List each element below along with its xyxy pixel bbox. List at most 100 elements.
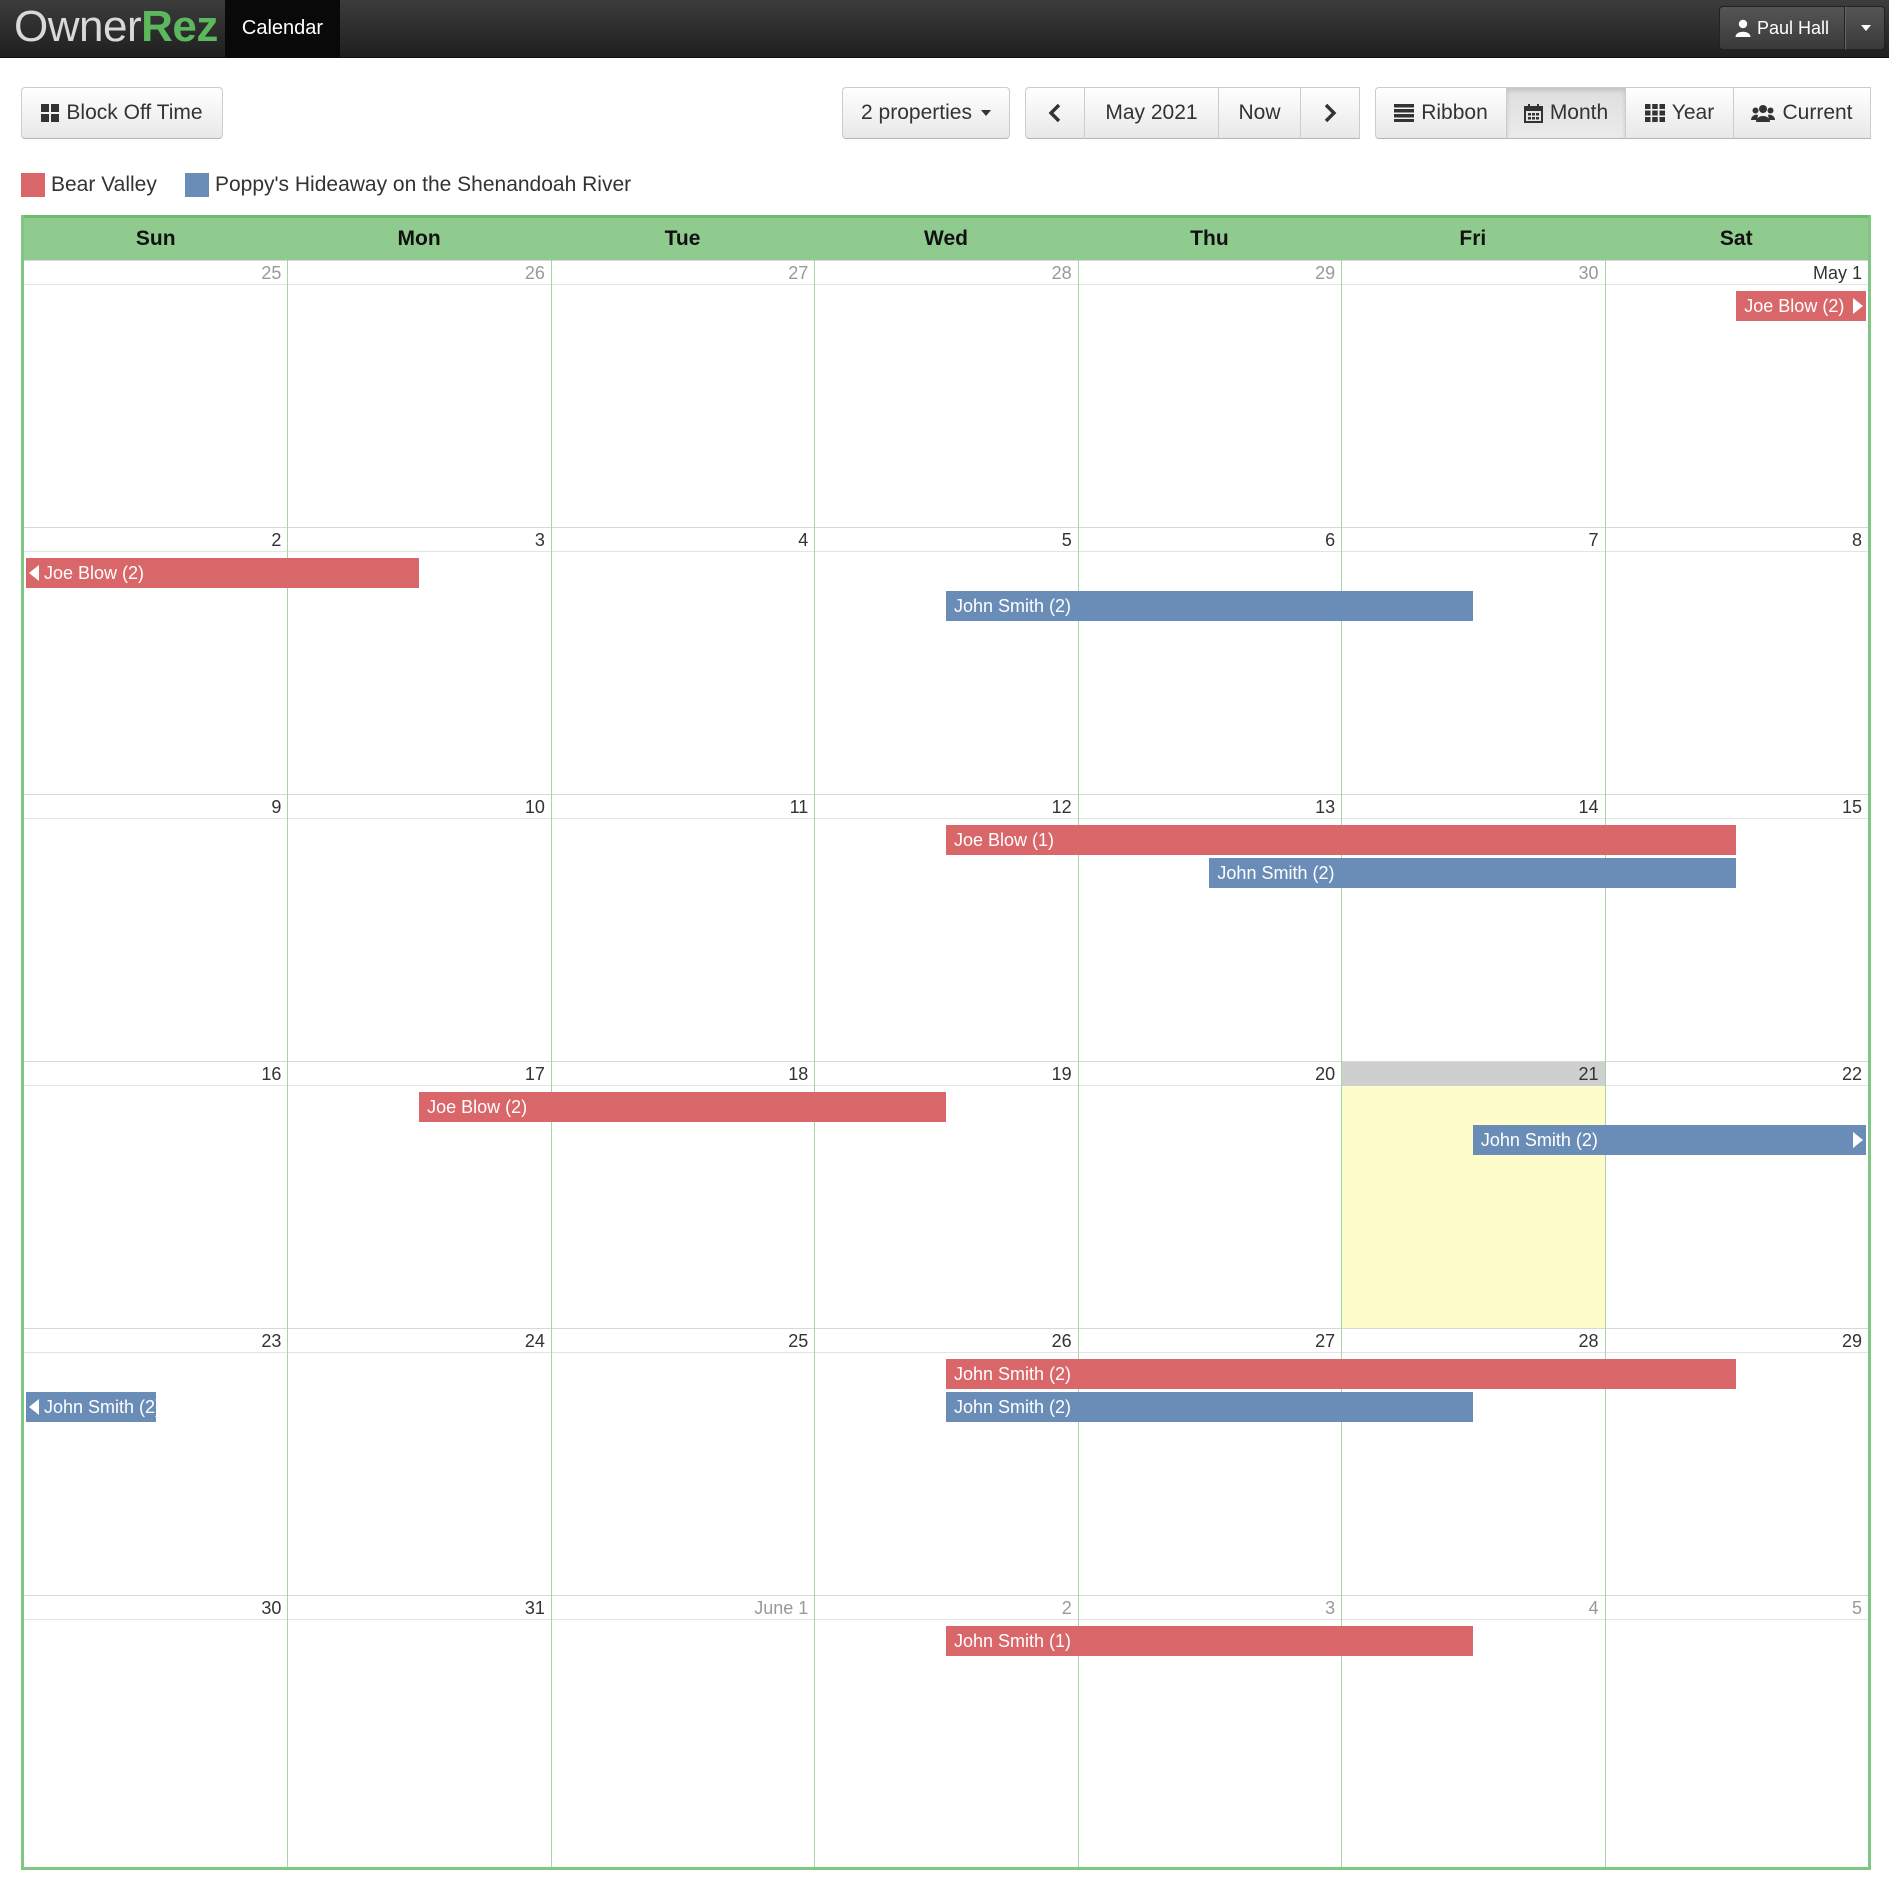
day-number[interactable]: 16 bbox=[24, 1062, 287, 1086]
previous-month-button[interactable] bbox=[1025, 87, 1085, 139]
reservation-joe-blow-2-bear-valley[interactable]: Joe Blow (2) bbox=[1736, 291, 1866, 321]
day-number[interactable]: 26 bbox=[814, 1329, 1077, 1353]
day-number[interactable]: 13 bbox=[1078, 795, 1341, 819]
day-number[interactable]: 21 bbox=[1341, 1062, 1605, 1086]
day-number[interactable]: 27 bbox=[551, 261, 814, 285]
day-number[interactable]: 5 bbox=[814, 528, 1077, 552]
day-number[interactable]: 2 bbox=[24, 528, 287, 552]
reservation-john-smith-2-poppy-s-hideaway-on-the-shenandoah-river[interactable]: John Smith (2) bbox=[1209, 858, 1737, 888]
day-number-strip: 25 26 27 28 29 30 May 1 bbox=[24, 260, 1868, 285]
ribbon-view-button[interactable]: Ribbon bbox=[1375, 87, 1507, 139]
day-number[interactable]: 28 bbox=[1341, 1329, 1604, 1353]
year-view-button[interactable]: Year bbox=[1626, 87, 1734, 139]
day-number-strip: 23 24 25 26 27 28 29 bbox=[24, 1328, 1868, 1353]
day-number[interactable]: 4 bbox=[551, 528, 814, 552]
reservation-joe-blow-2-bear-valley[interactable]: Joe Blow (2) bbox=[419, 1092, 946, 1122]
column-divider bbox=[1605, 260, 1606, 1867]
day-number[interactable]: June 1 bbox=[551, 1596, 814, 1620]
week-row: 25 26 27 28 29 30 May 1 bbox=[24, 260, 1868, 527]
top-navbar: OwnerRez Calendar Paul Hall bbox=[0, 0, 1889, 58]
block-off-time-button[interactable]: Block Off Time bbox=[21, 87, 223, 139]
day-number[interactable]: 20 bbox=[1078, 1062, 1341, 1086]
day-number[interactable]: 12 bbox=[814, 795, 1077, 819]
day-number[interactable]: 27 bbox=[1078, 1329, 1341, 1353]
current-view-button[interactable]: Current bbox=[1734, 87, 1871, 139]
reservation-john-smith-2-poppy-s-hideaway-on-the-shenandoah-river[interactable]: John Smith (2) bbox=[946, 591, 1473, 621]
day-number[interactable]: 10 bbox=[287, 795, 550, 819]
chevron-left-icon bbox=[1048, 103, 1062, 123]
day-number[interactable]: 7 bbox=[1341, 528, 1604, 552]
current-period-label: May 2021 bbox=[1085, 87, 1219, 139]
legend-swatch bbox=[21, 173, 45, 197]
day-number[interactable]: 3 bbox=[1078, 1596, 1341, 1620]
reservation-joe-blow-2-bear-valley[interactable]: Joe Blow (2) bbox=[26, 558, 420, 588]
reservation-john-smith-2-poppy-s-hideaway-on-the-shenandoah-river[interactable]: John Smith (2) bbox=[946, 1392, 1473, 1422]
reservation-john-smith-2-poppy-s-hideaway-on-the-shenandoah-river[interactable]: John Smith (2) bbox=[26, 1392, 156, 1422]
users-icon bbox=[1751, 104, 1776, 122]
user-menu-dropdown-toggle[interactable] bbox=[1845, 6, 1885, 50]
day-number[interactable]: 4 bbox=[1341, 1596, 1604, 1620]
reservation-label: John Smith (2) bbox=[954, 596, 1072, 616]
reservation-label: Joe Blow (1) bbox=[954, 830, 1055, 850]
day-number[interactable]: 15 bbox=[1605, 795, 1868, 819]
next-month-button[interactable] bbox=[1301, 87, 1360, 139]
day-number[interactable]: 30 bbox=[24, 1596, 287, 1620]
month-calendar: Sun Mon Tue Wed Thu Fri Sat 25 26 27 28 29 30 May 12… bbox=[21, 215, 1871, 1870]
month-view-button[interactable]: Month bbox=[1507, 87, 1626, 139]
block-off-time-label: Block Off Time bbox=[66, 101, 203, 124]
chevron-down-icon bbox=[1861, 25, 1871, 31]
legend-swatch bbox=[185, 173, 209, 197]
day-number[interactable]: 28 bbox=[814, 261, 1077, 285]
nav-tab-calendar[interactable]: Calendar bbox=[225, 0, 340, 58]
day-number[interactable]: 30 bbox=[1341, 261, 1604, 285]
weekday-header-fri: Fri bbox=[1459, 227, 1487, 250]
day-number[interactable]: 23 bbox=[24, 1329, 287, 1353]
day-number[interactable]: 17 bbox=[287, 1062, 550, 1086]
day-number[interactable]: 22 bbox=[1605, 1062, 1868, 1086]
day-number[interactable]: 8 bbox=[1605, 528, 1868, 552]
day-number[interactable]: 29 bbox=[1078, 261, 1341, 285]
day-number[interactable]: 9 bbox=[24, 795, 287, 819]
calendar-icon bbox=[1523, 103, 1543, 123]
grid-icon bbox=[41, 104, 60, 122]
app-logo[interactable]: OwnerRez bbox=[14, 4, 218, 50]
today-cell[interactable] bbox=[1341, 1086, 1605, 1328]
day-number[interactable]: 26 bbox=[287, 261, 550, 285]
reservation-joe-blow-1-bear-valley[interactable]: Joe Blow (1) bbox=[946, 825, 1737, 855]
reservation-label: John Smith (2) bbox=[954, 1364, 1072, 1384]
day-number[interactable]: 2 bbox=[814, 1596, 1077, 1620]
reservation-label: John Smith (2) bbox=[954, 1397, 1072, 1417]
day-number[interactable]: 11 bbox=[551, 795, 814, 819]
user-name: Paul Hall bbox=[1756, 17, 1830, 38]
day-number[interactable]: 25 bbox=[551, 1329, 814, 1353]
weekday-header-sat: Sat bbox=[1719, 227, 1753, 250]
user-menu-button[interactable]: Paul Hall bbox=[1719, 6, 1845, 50]
column-divider bbox=[287, 260, 288, 1867]
legend-label: Poppy's Hideaway on the Shenandoah River bbox=[215, 173, 632, 196]
weekday-header-thu: Thu bbox=[1190, 227, 1229, 250]
day-number[interactable]: 25 bbox=[24, 261, 287, 285]
weekday-header: Sun Mon Tue Wed Thu Fri Sat bbox=[24, 215, 1868, 260]
weekday-header-tue: Tue bbox=[664, 227, 701, 250]
reservation-label: John Smith (1) bbox=[954, 1631, 1072, 1651]
reservation-john-smith-2-bear-valley[interactable]: John Smith (2) bbox=[946, 1359, 1737, 1389]
now-button[interactable]: Now bbox=[1219, 87, 1301, 139]
properties-dropdown[interactable]: 2 properties bbox=[842, 87, 1010, 139]
day-number[interactable]: May 1 bbox=[1605, 261, 1868, 285]
day-number[interactable]: 24 bbox=[287, 1329, 550, 1353]
legend-label: Bear Valley bbox=[51, 173, 157, 196]
list-icon bbox=[1394, 104, 1415, 122]
day-number[interactable]: 29 bbox=[1605, 1329, 1868, 1353]
day-number-strip: 16 17 18 19 20 21 22 bbox=[24, 1061, 1868, 1086]
day-number[interactable]: 14 bbox=[1341, 795, 1604, 819]
day-number[interactable]: 3 bbox=[287, 528, 550, 552]
day-number[interactable]: 5 bbox=[1605, 1596, 1868, 1620]
reservation-john-smith-2-poppy-s-hideaway-on-the-shenandoah-river[interactable]: John Smith (2) bbox=[1472, 1125, 1866, 1155]
day-number-strip: 2345678 bbox=[24, 527, 1868, 552]
day-number[interactable]: 19 bbox=[814, 1062, 1077, 1086]
day-number[interactable]: 31 bbox=[287, 1596, 550, 1620]
weekday-header-wed: Wed bbox=[924, 227, 968, 250]
reservation-john-smith-1-bear-valley[interactable]: John Smith (1) bbox=[946, 1626, 1473, 1656]
day-number[interactable]: 6 bbox=[1078, 528, 1341, 552]
day-number[interactable]: 18 bbox=[551, 1062, 814, 1086]
